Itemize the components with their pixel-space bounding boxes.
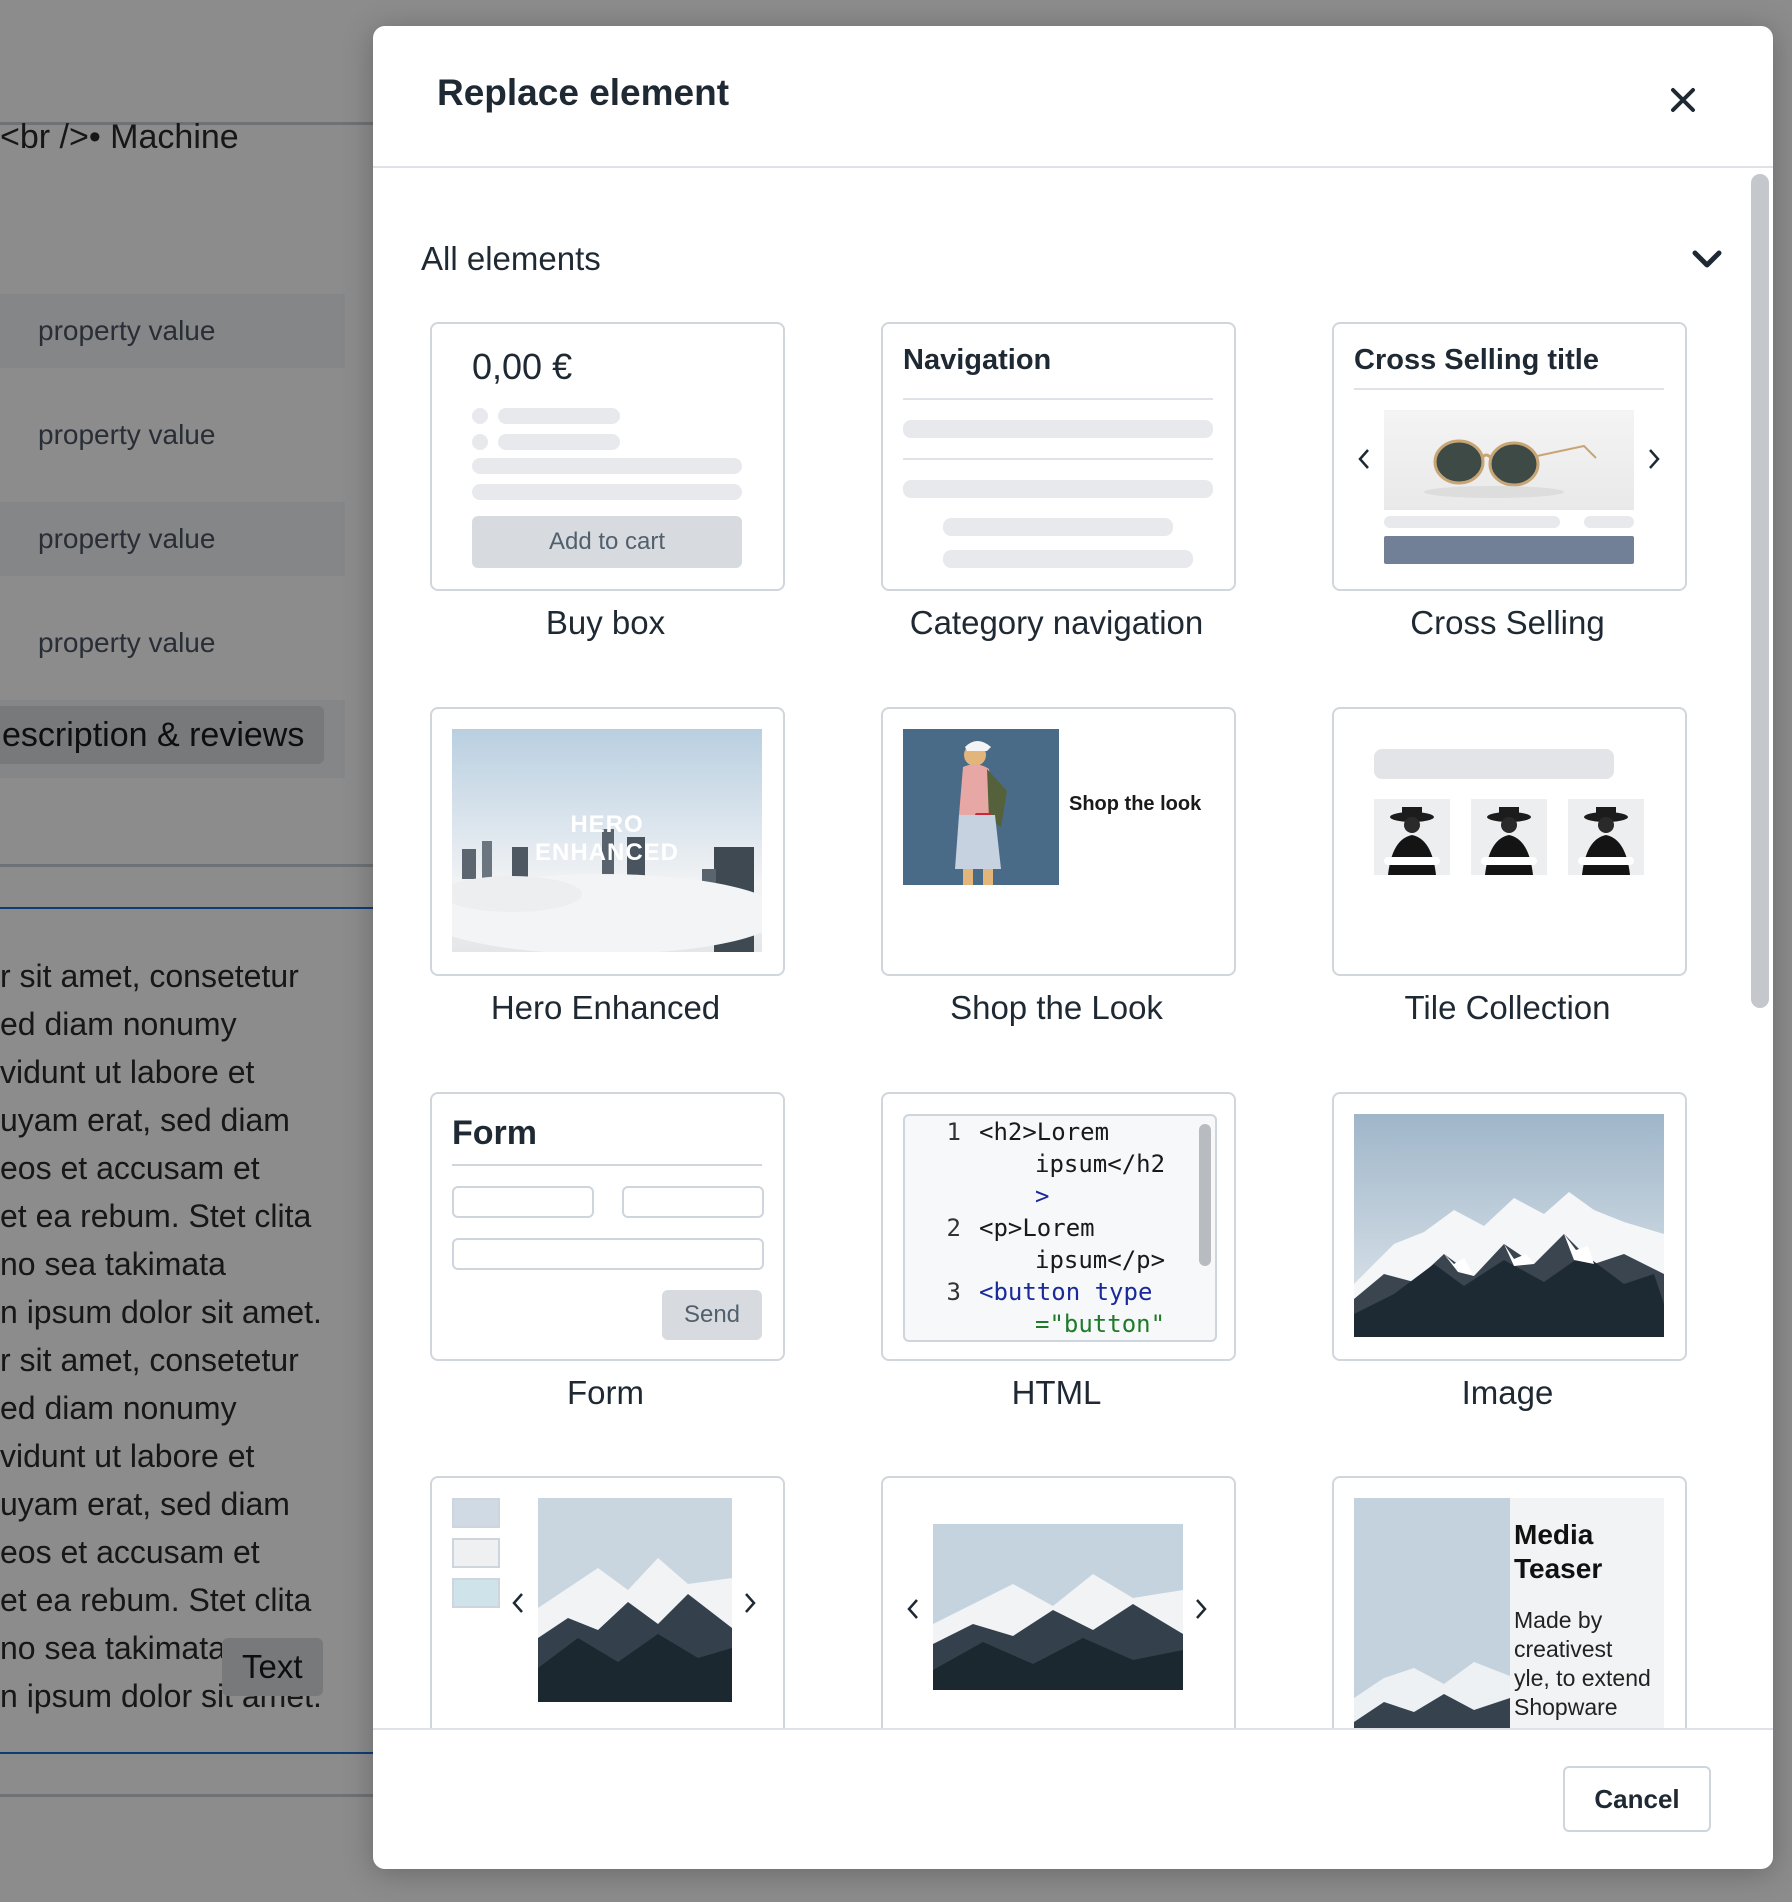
element-label: Tile Collection — [1404, 989, 1611, 1026]
skeleton-line — [903, 420, 1213, 438]
element-card-shop-the-look[interactable]: Shop the look — [881, 707, 1236, 976]
input-preview — [452, 1238, 764, 1270]
element-label: Form — [567, 1374, 644, 1411]
send-button-preview: Send — [662, 1290, 762, 1340]
divider — [903, 398, 1213, 400]
shop-the-look-text: Shop the look — [1069, 793, 1202, 815]
divider — [903, 458, 1213, 460]
cancel-button[interactable]: Cancel — [1563, 1766, 1711, 1832]
skeleton-dot — [472, 434, 488, 450]
mountain-image — [1354, 1114, 1664, 1337]
form-title-preview: Form — [452, 1114, 537, 1152]
chevron-left-icon — [1358, 449, 1369, 469]
skeleton-line — [943, 550, 1193, 568]
skeleton-line — [472, 458, 742, 474]
button-skeleton — [1384, 536, 1634, 564]
cross-selling-title-preview: Cross Selling title — [1354, 344, 1599, 376]
hero-city-image: HERO ENHANCED — [452, 729, 762, 952]
chevron-right-icon — [745, 1593, 756, 1613]
divider — [452, 1164, 762, 1166]
skeleton-line — [1584, 516, 1634, 528]
skeleton-title — [1374, 749, 1614, 779]
element-label: Image — [1461, 1374, 1554, 1411]
tile-image — [1374, 799, 1450, 875]
chevron-down-icon — [1692, 250, 1722, 268]
filter-label: All elements — [421, 240, 601, 277]
skeleton-line — [498, 408, 620, 424]
element-label: Cross Selling — [1410, 604, 1605, 641]
input-preview — [622, 1186, 764, 1218]
price-preview: 0,00 € — [472, 346, 573, 387]
add-to-cart-preview: Add to cart — [472, 516, 742, 568]
navigation-title-preview: Navigation — [903, 344, 1052, 376]
element-card-category-navigation[interactable]: Navigation — [881, 322, 1236, 591]
close-icon[interactable] — [1661, 78, 1705, 122]
teaser-image — [1354, 1498, 1510, 1728]
modal-header: Replace element — [373, 26, 1773, 168]
skeleton-line — [472, 484, 742, 500]
modal-title: Replace element — [437, 72, 730, 113]
gallery-thumbnail — [452, 1578, 500, 1608]
slider-image — [933, 1524, 1183, 1690]
media-teaser-text: Made by creativest yle, to extend Shopwa… — [1514, 1607, 1651, 1720]
element-card-image-slider[interactable] — [881, 1476, 1236, 1728]
gallery-thumbnail — [452, 1498, 500, 1528]
element-card-image[interactable] — [1332, 1092, 1687, 1361]
element-card-tile-collection[interactable] — [1332, 707, 1687, 976]
model-photo — [903, 729, 1059, 885]
element-card-buy-box[interactable]: 0,00 € Add to cart — [430, 322, 785, 591]
element-label: Buy box — [545, 604, 666, 641]
gallery-thumbnail — [452, 1538, 500, 1568]
element-card-hero-enhanced[interactable]: HERO ENHANCED — [430, 707, 785, 976]
hero-overlay-text: HERO ENHANCED — [534, 811, 679, 866]
sunglasses-image — [1384, 410, 1634, 510]
tile-image — [1568, 799, 1644, 875]
element-label: Shop the Look — [950, 989, 1163, 1026]
element-card-cross-selling[interactable]: Cross Selling title — [1332, 322, 1687, 591]
input-preview — [452, 1186, 594, 1218]
divider — [1354, 388, 1664, 390]
element-card-form[interactable]: Form Send — [430, 1092, 785, 1361]
element-card-html[interactable]: 1 <h2>Lorem ipsum</h2 > 2 <p>Lorem ipsum</… — [881, 1092, 1236, 1361]
element-label: HTML — [1011, 1374, 1102, 1411]
code-scrollbar — [1199, 1124, 1211, 1266]
element-label: Category navigation — [909, 604, 1204, 641]
element-label: Hero Enhanced — [490, 989, 721, 1026]
skeleton-line — [903, 480, 1213, 498]
media-teaser-title: Media Teaser — [1514, 1519, 1603, 1584]
code-editor-preview: 1 <h2>Lorem ipsum</h2 > 2 <p>Lorem ipsum</… — [903, 1114, 1217, 1342]
modal-scrollbar-thumb[interactable] — [1751, 174, 1769, 1008]
element-filter-select[interactable]: All elements — [421, 228, 1722, 288]
element-card-media-teaser[interactable]: Media Teaser Made by creativest yle, to … — [1332, 1476, 1687, 1728]
chevron-left-icon — [907, 1599, 918, 1619]
skeleton-dot — [472, 408, 488, 424]
replace-element-modal: Replace element All elements 0,00 € Add … — [373, 26, 1773, 1869]
chevron-right-icon — [1196, 1599, 1207, 1619]
modal-body: All elements 0,00 € Add to cart Buy box … — [373, 168, 1747, 1728]
element-card-image-gallery[interactable] — [430, 1476, 785, 1728]
chevron-right-icon — [1649, 449, 1660, 469]
chevron-left-icon — [512, 1593, 523, 1613]
gallery-main-image — [538, 1498, 732, 1702]
tile-image — [1471, 799, 1547, 875]
skeleton-line — [943, 518, 1173, 536]
skeleton-line — [1384, 516, 1560, 528]
skeleton-line — [498, 434, 620, 450]
